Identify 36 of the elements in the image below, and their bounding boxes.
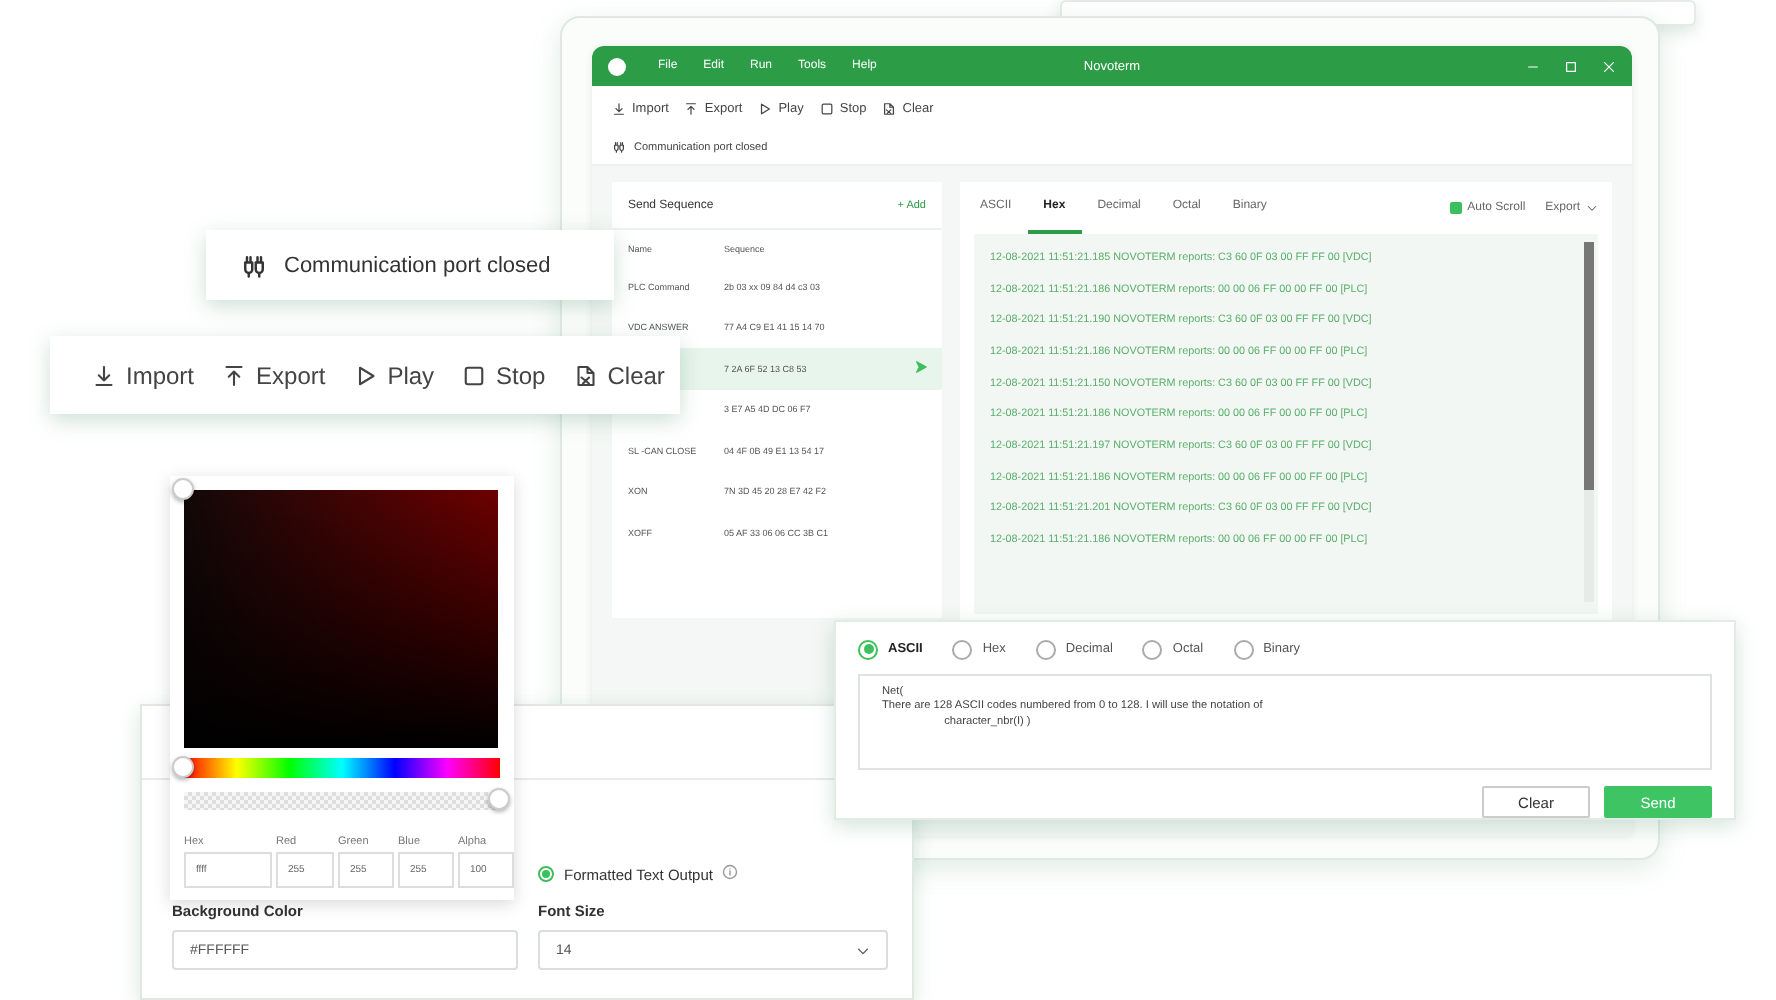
- play-icon: [353, 363, 378, 387]
- scrollbar[interactable]: [1584, 242, 1594, 602]
- color-gradient[interactable]: [184, 490, 498, 748]
- radio-button[interactable]: [858, 639, 878, 659]
- upload-icon: [684, 101, 699, 115]
- plug-icon: [612, 140, 626, 154]
- toolbar-button[interactable]: Import: [92, 361, 195, 389]
- radio-button[interactable]: [538, 866, 554, 882]
- page-icon: [573, 363, 598, 387]
- chevron-icon: [856, 943, 870, 957]
- chevron-icon: [1586, 202, 1598, 214]
- radio-button[interactable]: [952, 639, 973, 659]
- radio-button[interactable]: [1142, 639, 1163, 659]
- send-arrow-icon: [914, 360, 928, 375]
- slider-thumb[interactable]: [488, 788, 510, 810]
- square-icon: [819, 101, 834, 115]
- square-icon: [462, 363, 487, 387]
- toolbar-button[interactable]: Stop: [462, 361, 546, 389]
- radio-button[interactable]: [1035, 639, 1056, 659]
- play-icon: [758, 101, 773, 115]
- radio-button[interactable]: [1233, 639, 1254, 659]
- close-icon: [1602, 59, 1616, 73]
- maximize-icon: [1564, 59, 1578, 73]
- upload-icon: [222, 363, 247, 387]
- toolbar-button[interactable]: Export: [222, 361, 326, 389]
- page-icon: [882, 101, 897, 115]
- slider-thumb[interactable]: [172, 756, 194, 778]
- download-icon: [612, 101, 626, 115]
- download-icon: [92, 363, 116, 387]
- toolbar-button[interactable]: Play: [353, 361, 435, 389]
- status-text: Communication port closed: [284, 253, 551, 277]
- checkbox[interactable]: [1449, 202, 1462, 214]
- app-logo-icon: [608, 57, 626, 75]
- info-icon: [722, 864, 739, 880]
- plug-icon: [240, 251, 268, 279]
- picker-handle[interactable]: [172, 478, 194, 500]
